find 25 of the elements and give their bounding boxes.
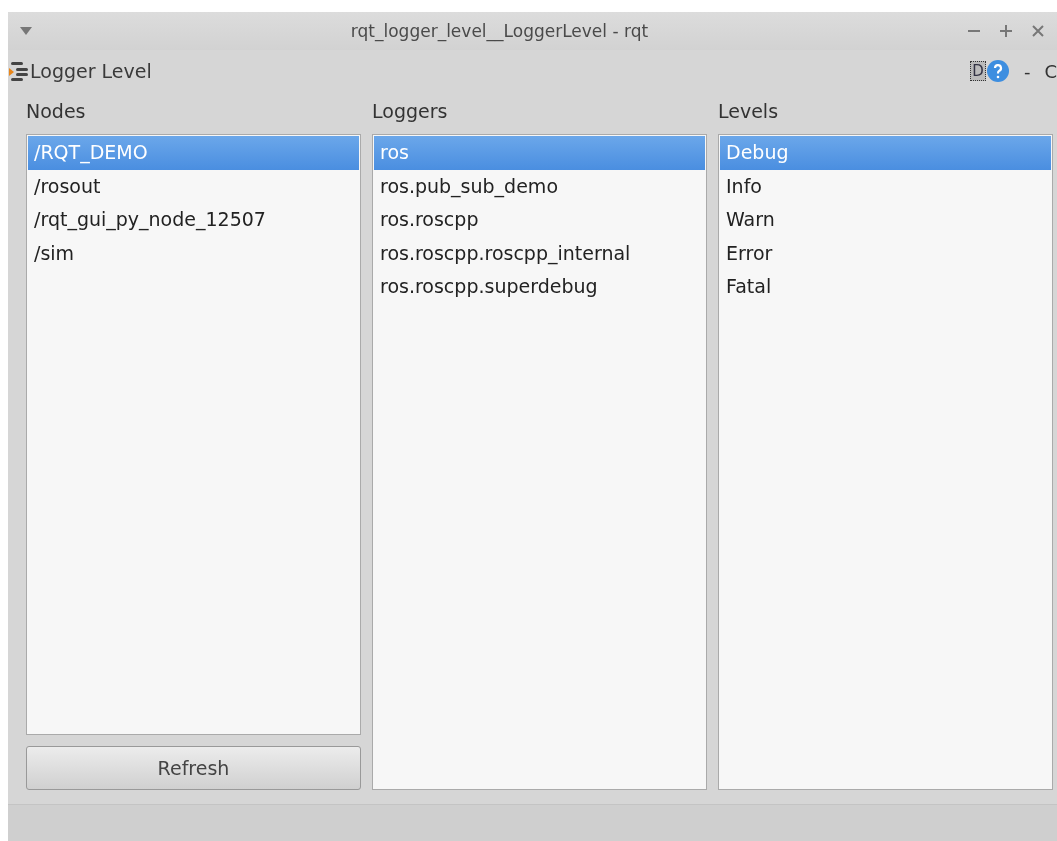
menu-caret-icon[interactable] xyxy=(20,27,32,35)
list-item[interactable]: Info xyxy=(720,169,1051,203)
column-heading: Loggers xyxy=(372,99,449,124)
list-item[interactable]: /rqt_gui_py_node_12507 xyxy=(28,203,359,237)
list-item[interactable]: /sim xyxy=(28,236,359,270)
maximize-icon[interactable] xyxy=(999,24,1013,38)
list-item[interactable]: ros.pub_sub_demo xyxy=(374,169,705,203)
logger-icon xyxy=(8,60,30,82)
list-item[interactable]: /rosout xyxy=(28,169,359,203)
close-icon[interactable] xyxy=(1031,24,1045,38)
list-item[interactable]: Fatal xyxy=(720,270,1051,304)
list-item[interactable]: ros.roscpp.superdebug xyxy=(374,270,705,304)
column-heading: Nodes xyxy=(26,99,87,124)
list-item[interactable]: Warn xyxy=(720,203,1051,237)
refresh-button[interactable]: Refresh xyxy=(26,746,361,790)
column-heading: Levels xyxy=(718,99,780,124)
list-item[interactable]: Error xyxy=(720,236,1051,270)
plugin-title: Logger Level xyxy=(30,60,153,82)
window-title: rqt_logger_level__LoggerLevel - rqt xyxy=(349,21,650,41)
minimize-plugin-button[interactable]: - xyxy=(1023,60,1031,82)
close-plugin-button[interactable]: C xyxy=(1044,60,1057,82)
debug-button[interactable]: D xyxy=(970,61,986,81)
help-icon[interactable] xyxy=(985,59,1010,83)
list-item[interactable]: ros.roscpp.roscpp_internal xyxy=(374,236,705,270)
list-item[interactable]: ros.roscpp xyxy=(374,203,705,237)
